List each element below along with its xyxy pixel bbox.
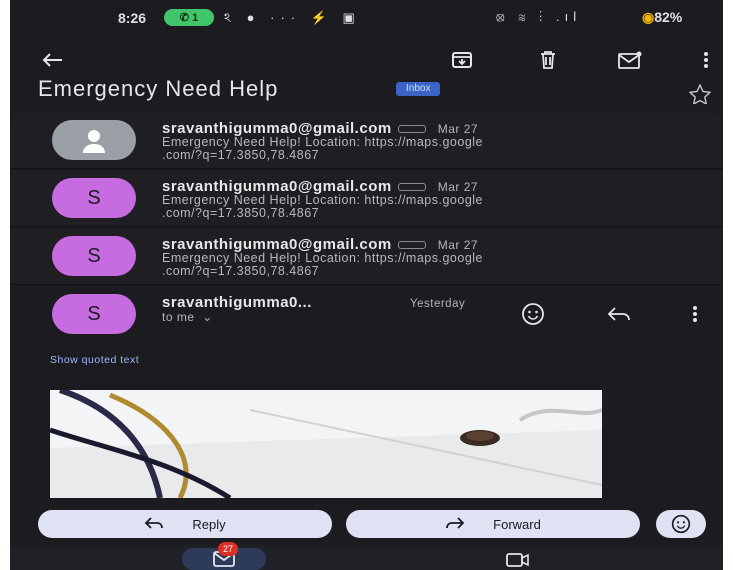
star-icon[interactable] [688,83,712,109]
label-icon [397,183,426,192]
attached-photo[interactable] [50,390,602,498]
avatar: S [52,178,136,218]
battery-indicator: ◉82% [642,9,682,26]
trash-icon[interactable] [532,46,564,74]
snippet-line-1: Emergency Need Help! Location: https://m… [162,251,484,265]
reply-icon [144,516,164,533]
unread-count-badge: 27 [218,542,238,556]
avatar-letter: S [87,302,101,325]
recipient-details-toggle[interactable]: to me ⌄ [162,310,213,324]
status-bar: 8:26 ✆ 1 ঽ ● ··· ⚡ ▣ ⦻ ≋ ⋮ .ıl ◉82% [10,0,723,36]
phone-icon: ✆ [179,12,193,24]
reply-button[interactable]: Reply [38,510,332,538]
archive-icon[interactable] [446,46,478,74]
video-camera-icon [506,553,529,567]
snippet-line-1: Emergency Need Help! Location: https://m… [162,135,484,149]
open-message-date: Yesterday [410,298,466,310]
add-reaction-icon[interactable] [518,302,548,326]
avatar-letter: S [87,186,101,209]
thread-message-3[interactable]: S sravanthigumma0@gmail.com Mar 27 Emerge… [10,228,723,285]
status-time: 8:26 [118,10,147,26]
photo-content [50,390,602,498]
connectivity-icons: ⦻ ≋ ⋮ .ıl [496,9,582,24]
thread-date: Mar 27 [437,238,479,252]
snippet-line-1: Emergency Need Help! Location: https://m… [162,193,484,207]
open-message-sender: sravanthigumma0... [162,294,312,311]
mail-unread-icon[interactable] [614,46,646,74]
open-message: S sravanthigumma0... Yesterday to me ⌄ S… [10,286,723,500]
email-subject: Emergency Need Help [38,76,279,101]
avatar: S [52,236,136,276]
chevron-down-icon: ⌄ [202,310,213,324]
notification-icons: ঽ ● ··· ⚡ ▣ [224,10,361,25]
smiley-icon [671,514,691,534]
more-vertical-icon[interactable] [690,46,722,74]
forward-icon [445,516,465,533]
reply-arrow-icon[interactable] [604,302,634,326]
thread-message-2[interactable]: S sravanthigumma0@gmail.com Mar 27 Emerge… [10,170,723,227]
back-arrow-icon[interactable] [36,46,68,74]
battery-icon: ◉ [642,9,655,25]
show-quoted-text-link[interactable]: Show quoted text [50,354,139,366]
call-pill-text: 1 [192,11,199,24]
call-pill[interactable]: ✆ 1 [164,9,214,26]
thread-date: Mar 27 [437,122,479,136]
thread-message-1[interactable]: sravanthigumma0@gmail.com Mar 27 Emergenc… [10,112,723,169]
nav-meet-tab[interactable] [506,552,530,570]
emoji-reaction-button[interactable] [656,510,706,538]
thread-date: Mar 27 [437,180,479,194]
thread-snippet: Emergency Need Help! Location: https://m… [162,136,702,162]
avatar[interactable]: S [52,294,136,334]
inbox-label-chip[interactable]: Inbox [396,82,441,96]
message-more-icon[interactable] [680,302,710,326]
avatar [52,120,136,160]
snippet-line-2: .com/?q=17.3850,78.4867 [162,264,320,278]
label-icon [397,241,426,250]
thread-snippet: Emergency Need Help! Location: https://m… [162,252,702,278]
message-toolbar [10,40,723,80]
person-icon [83,130,105,153]
reply-label: Reply [192,516,226,532]
snippet-line-2: .com/?q=17.3850,78.4867 [162,148,320,162]
snippet-line-2: .com/?q=17.3850,78.4867 [162,206,320,220]
thread-snippet: Emergency Need Help! Location: https://m… [162,194,702,220]
bottom-navigation: 27 [10,542,723,570]
battery-percent: 82% [654,9,683,25]
forward-button[interactable]: Forward [346,510,640,538]
gmail-phone-screen: 8:26 ✆ 1 ঽ ● ··· ⚡ ▣ ⦻ ≋ ⋮ .ıl ◉82% Emer… [10,0,723,570]
recipient-text: to me [162,310,195,324]
label-icon [397,125,426,134]
avatar-letter: S [87,244,101,267]
forward-label: Forward [493,516,541,532]
